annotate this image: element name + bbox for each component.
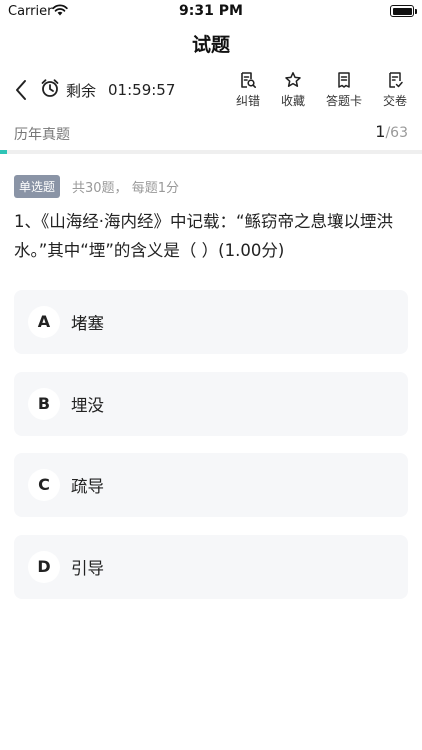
option-d[interactable]: D 引导 — [14, 535, 408, 599]
question-info: 共30题， 每题1分 — [72, 181, 179, 196]
answer-card-label: 答题卡 — [325, 94, 362, 108]
question-stem: 1、《山海经·海内经》中记载：“鲧窃帝之息壤以堙洪水。”其中“堙”的含义是（ ）… — [14, 212, 394, 260]
favorite-button[interactable]: 收藏 — [269, 70, 317, 109]
option-text: 引导 — [71, 559, 104, 578]
chevron-left-icon — [16, 80, 26, 100]
submit-button[interactable]: 交卷 — [371, 70, 419, 109]
option-letter: C — [28, 469, 60, 501]
option-text: 疏导 — [71, 477, 104, 496]
report-error-label: 纠错 — [235, 94, 260, 108]
question-type-badge: 单选题 — [14, 175, 61, 198]
option-letter: D — [28, 551, 60, 583]
option-text: 堵塞 — [71, 314, 104, 333]
option-text: 埋没 — [71, 396, 104, 415]
option-c[interactable]: C 疏导 — [14, 453, 408, 517]
alarm-clock-icon — [40, 78, 60, 102]
total-questions: /63 — [385, 125, 408, 141]
progress-bar — [0, 150, 422, 154]
question-counter: 1/63 — [375, 122, 408, 141]
timer-value: 01:59:57 — [108, 81, 176, 99]
battery-nub — [415, 9, 417, 14]
favorite-label: 收藏 — [280, 94, 305, 108]
submit-icon — [371, 70, 419, 90]
option-b[interactable]: B 埋没 — [14, 372, 408, 436]
countdown-timer: 剩余 01:59:57 — [40, 78, 175, 102]
progress-fill — [0, 150, 7, 154]
back-button[interactable] — [10, 78, 32, 102]
status-bar: Carrier 9:31 PM — [0, 0, 422, 24]
answer-card-button[interactable]: 答题卡 — [320, 70, 368, 109]
status-time: 9:31 PM — [179, 3, 243, 19]
question-meta: 单选题 共30题， 每题1分 — [14, 175, 179, 198]
error-report-icon — [224, 70, 272, 90]
battery-icon — [390, 5, 414, 17]
timer-label: 剩余 — [66, 81, 97, 100]
paper-header: 历年真题 1/63 — [0, 122, 422, 144]
option-letter: A — [28, 306, 60, 338]
option-a[interactable]: A 堵塞 — [14, 290, 408, 354]
report-error-button[interactable]: 纠错 — [224, 70, 272, 109]
exam-toolbar: 剩余 01:59:57 纠错 收藏 答题卡 交卷 — [0, 66, 422, 116]
submit-label: 交卷 — [382, 94, 407, 108]
page-title: 试题 — [191, 34, 230, 56]
answer-card-icon — [320, 70, 368, 90]
star-icon — [269, 70, 317, 90]
option-letter: B — [28, 388, 60, 420]
current-question-number: 1 — [375, 122, 386, 141]
paper-type-label: 历年真题 — [14, 127, 70, 143]
